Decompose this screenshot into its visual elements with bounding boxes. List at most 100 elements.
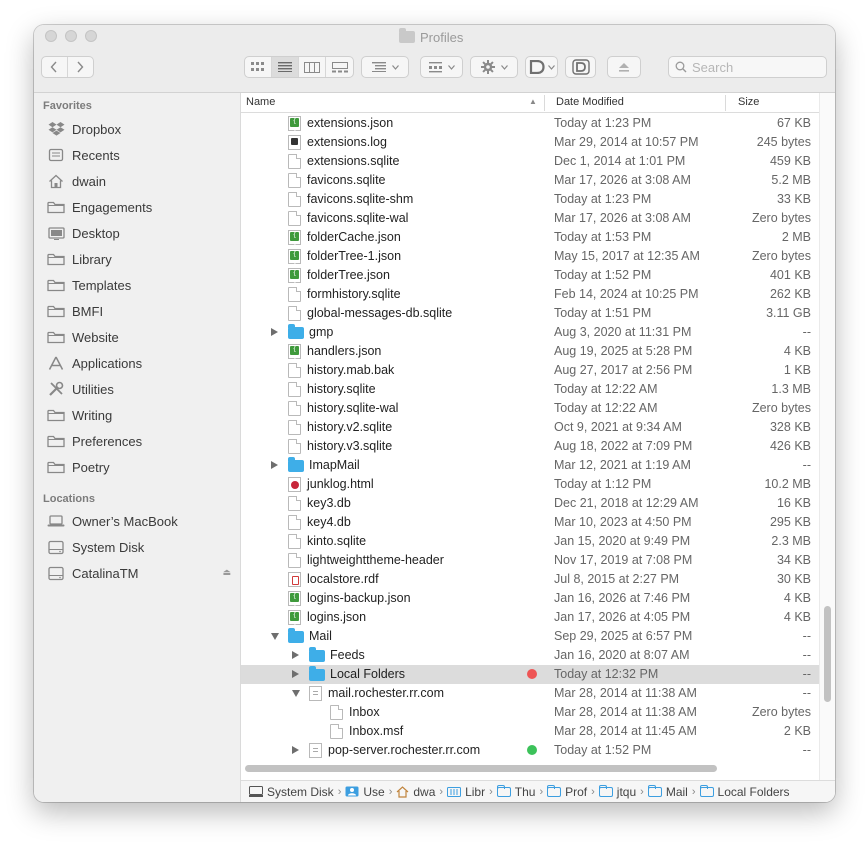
locations-heading: Locations (43, 493, 95, 505)
file-row[interactable]: global-messages-db.sqlite Today at 1:51 P… (241, 304, 819, 323)
horizontal-scrollbar[interactable] (245, 765, 717, 772)
file-row[interactable]: localstore.rdf Jul 8, 2015 at 2:27 PM 30 K… (241, 570, 819, 589)
folder-row[interactable]: Mail Sep 29, 2025 at 6:57 PM -- (241, 627, 819, 646)
file-row[interactable]: extensions.json Today at 1:23 PM 67 KB (241, 114, 819, 137)
column-divider[interactable] (544, 95, 545, 111)
sidebar-item-dwain[interactable]: dwain (47, 171, 106, 191)
file-row[interactable]: logins-backup.json Jan 16, 2026 at 7:46 P… (241, 589, 819, 612)
sidebar-item-templates[interactable]: Templates (47, 275, 131, 295)
back-button[interactable] (42, 57, 68, 77)
file-row[interactable]: favicons.sqlite-shm Today at 1:23 PM 33 KB (241, 190, 819, 209)
eject-button[interactable] (607, 56, 641, 78)
file-row[interactable]: key4.db Mar 10, 2023 at 4:50 PM 295 KB (241, 513, 819, 532)
file-row[interactable]: history.sqlite Today at 12:22 AM 1.3 MB (241, 380, 819, 399)
d-button[interactable] (565, 56, 596, 78)
file-row[interactable]: pop-server.rochester.rr.com Today at 1:52… (241, 741, 819, 760)
disclosure-closed-icon[interactable] (292, 746, 299, 754)
file-row[interactable]: favicons.sqlite-wal Mar 17, 2026 at 3:08 … (241, 209, 819, 228)
sidebar-item-label: Utilities (72, 381, 114, 397)
search-field[interactable] (668, 56, 827, 78)
sidebar-item-website[interactable]: Website (47, 327, 119, 347)
folder-row[interactable]: gmp Aug 3, 2020 at 11:31 PM -- (241, 323, 819, 342)
file-row[interactable]: history.sqlite-wal Today at 12:22 AM Zero … (241, 399, 819, 418)
file-row[interactable]: mail.rochester.rr.com Mar 28, 2014 at 11:… (241, 684, 819, 703)
sidebar-item-dropbox[interactable]: Dropbox (47, 119, 121, 139)
name-column-header[interactable]: Name (246, 96, 275, 108)
group-menu-button[interactable] (361, 56, 409, 78)
recents-icon (47, 147, 65, 163)
date-column-header[interactable]: Date Modified (556, 96, 624, 108)
minimize-window-button[interactable] (65, 30, 77, 42)
gallery-view-button[interactable] (326, 57, 353, 77)
file-row[interactable]: history.v3.sqlite Aug 18, 2022 at 7:09 PM… (241, 437, 819, 456)
path-crumb[interactable]: jtqu (598, 784, 636, 799)
forward-button[interactable] (68, 57, 93, 77)
path-crumb[interactable]: System Disk (249, 785, 334, 799)
size-column-header[interactable]: Size (738, 96, 759, 108)
sidebar-item-bmfi[interactable]: BMFI (47, 301, 103, 321)
finder-window: Profiles Search Favorites Dropbox Recent… (34, 25, 835, 802)
path-crumb[interactable]: dwa (396, 785, 435, 799)
dropbox-share-button[interactable] (525, 56, 558, 78)
file-date: Today at 1:53 PM (554, 230, 652, 244)
list-view-button[interactable] (272, 57, 299, 77)
sidebar-location-catalinatm[interactable]: CatalinaTM ⏏ (47, 563, 234, 583)
file-row[interactable]: history.v2.sqlite Oct 9, 2021 at 9:34 AM 3… (241, 418, 819, 437)
file-row[interactable]: folderTree.json Today at 1:52 PM 401 KB (241, 266, 819, 289)
file-row[interactable]: formhistory.sqlite Feb 14, 2024 at 10:25 … (241, 285, 819, 304)
file-row[interactable]: Inbox.msf Mar 28, 2014 at 11:45 AM 2 KB (241, 722, 819, 741)
path-crumb[interactable]: Libr (447, 785, 485, 799)
close-window-button[interactable] (45, 30, 57, 42)
disclosure-closed-icon[interactable] (271, 461, 278, 469)
file-row[interactable]: logins.json Jan 17, 2026 at 4:05 PM 4 KB (241, 608, 819, 631)
file-row[interactable]: extensions.log Mar 29, 2014 at 10:57 PM 24… (241, 133, 819, 152)
path-crumb[interactable]: Local Folders (699, 784, 790, 799)
file-row[interactable]: key3.db Dec 21, 2018 at 12:29 AM 16 KB (241, 494, 819, 513)
sidebar-item-engagements[interactable]: Engagements (47, 197, 152, 217)
disclosure-closed-icon[interactable] (292, 651, 299, 659)
vertical-scrollbar[interactable] (824, 606, 831, 702)
zoom-window-button[interactable] (85, 30, 97, 42)
file-row[interactable]: lightweighttheme-header Nov 17, 2019 at 7… (241, 551, 819, 570)
icon-view-button[interactable] (245, 57, 272, 77)
folder-row[interactable]: ImapMail Mar 12, 2021 at 1:19 AM -- (241, 456, 819, 475)
disclosure-closed-icon[interactable] (292, 670, 299, 678)
file-row[interactable]: favicons.sqlite Mar 17, 2026 at 3:08 AM 5.… (241, 171, 819, 190)
path-crumb[interactable]: Use (345, 785, 385, 799)
sidebar-item-desktop[interactable]: Desktop (47, 223, 120, 243)
sidebar-item-poetry[interactable]: Poetry (47, 457, 110, 477)
file-row[interactable]: extensions.sqlite Dec 1, 2014 at 1:01 PM 4… (241, 152, 819, 171)
path-crumb[interactable]: Prof (547, 784, 587, 799)
file-row[interactable]: folderCache.json Today at 1:53 PM 2 MB (241, 228, 819, 251)
sidebar-item-applications[interactable]: Applications (47, 353, 142, 373)
file-size: Zero bytes (751, 249, 811, 263)
sidebar-item-utilities[interactable]: Utilities (47, 379, 114, 399)
file-row[interactable]: history.mab.bak Aug 27, 2017 at 2:56 PM 1 … (241, 361, 819, 380)
path-crumb[interactable]: Mail (647, 784, 688, 799)
disclosure-open-icon[interactable] (292, 690, 300, 697)
folder-row[interactable]: Local Folders Today at 12:32 PM -- (241, 665, 819, 684)
path-crumb[interactable]: Thu (496, 784, 535, 799)
file-row[interactable]: junklog.html Today at 1:12 PM 10.2 MB (241, 475, 819, 494)
sidebar-item-library[interactable]: Library (47, 249, 112, 269)
file-row[interactable]: handlers.json Aug 19, 2025 at 5:28 PM 4 KB (241, 342, 819, 365)
file-row[interactable]: kinto.sqlite Jan 15, 2020 at 9:49 PM 2.3 M… (241, 532, 819, 551)
file-row[interactable]: Inbox Mar 28, 2014 at 11:38 AM Zero bytes (241, 703, 819, 722)
sidebar-item-recents[interactable]: Recents (47, 145, 120, 165)
disclosure-open-icon[interactable] (271, 633, 279, 640)
sidebar-location-system-disk[interactable]: System Disk (47, 537, 234, 557)
folder-row[interactable]: Feeds Jan 16, 2020 at 8:07 AM -- (241, 646, 819, 665)
file-row[interactable]: folderTree-1.json May 15, 2017 at 12:35 A… (241, 247, 819, 270)
sidebar-item-writing[interactable]: Writing (47, 405, 112, 425)
sidebar-item-label: dwain (72, 173, 106, 189)
sidebar-item-preferences[interactable]: Preferences (47, 431, 142, 451)
search-input[interactable] (692, 59, 812, 75)
column-divider[interactable] (725, 95, 726, 111)
eject-icon[interactable]: ⏏ (222, 567, 231, 578)
column-view-button[interactable] (299, 57, 326, 77)
disclosure-closed-icon[interactable] (271, 328, 278, 336)
arrange-menu-button[interactable] (420, 56, 463, 78)
action-menu-button[interactable] (470, 56, 518, 78)
sidebar-location-owner-s-macbook[interactable]: Owner’s MacBook (47, 511, 234, 531)
doc-file-icon (288, 173, 301, 188)
